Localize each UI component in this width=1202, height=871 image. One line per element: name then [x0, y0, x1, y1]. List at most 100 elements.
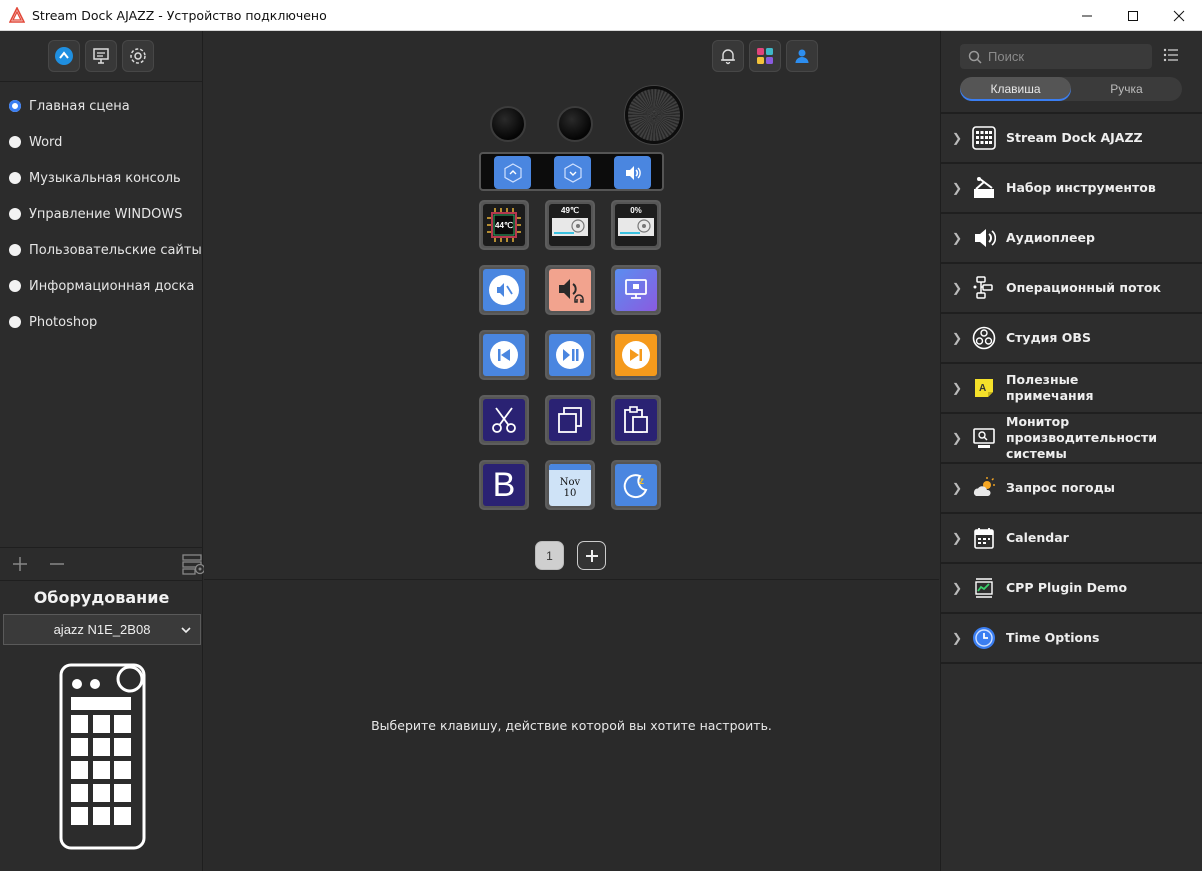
- scene-label: Музыкальная консоль: [29, 170, 181, 186]
- key-calendar[interactable]: Nov 10: [545, 460, 595, 510]
- app-store-button[interactable]: [48, 40, 80, 72]
- scene-manage-button[interactable]: [182, 553, 206, 575]
- radio-icon: [9, 208, 21, 220]
- notifications-button[interactable]: [712, 40, 744, 72]
- monitor-hdr-icon: [625, 279, 647, 299]
- chevron-up-icon: [503, 162, 522, 183]
- remove-scene-button[interactable]: [48, 555, 66, 573]
- touchbar-volume-button[interactable]: [614, 156, 651, 189]
- touchbar-up-button[interactable]: [494, 156, 531, 189]
- category-toolbox[interactable]: ❯ Набор инструментов: [941, 164, 1202, 214]
- weather-icon: [973, 477, 995, 496]
- chevron-right-icon: ❯: [952, 131, 963, 145]
- hardware-title: Оборудование: [33, 588, 170, 607]
- touchbar-down-button[interactable]: [554, 156, 591, 189]
- radio-icon: [9, 136, 21, 148]
- account-button[interactable]: [786, 40, 818, 72]
- radio-icon: [9, 172, 21, 184]
- category-calendar[interactable]: ❯ Calendar: [941, 514, 1202, 564]
- svg-text:A: A: [979, 383, 986, 394]
- category-stream-dock[interactable]: ❯ Stream Dock AJAZZ: [941, 114, 1202, 164]
- category-workflow[interactable]: ❯ Операционный поток: [941, 264, 1202, 314]
- chevron-right-icon: ❯: [952, 581, 963, 595]
- category-sticky-notes[interactable]: ❯ A Полезные примечания: [941, 364, 1202, 414]
- category-cpp-plugin-demo[interactable]: ❯ CPP Plugin Demo: [941, 564, 1202, 614]
- maximize-button[interactable]: [1110, 0, 1156, 31]
- key-gpu-load[interactable]: 0%: [611, 200, 661, 250]
- scene-item[interactable]: Музыкальная консоль: [0, 160, 202, 196]
- scene-item[interactable]: Photoshop: [0, 304, 202, 340]
- presentation-icon: [93, 48, 109, 64]
- close-icon: [1173, 10, 1185, 21]
- category-audio-player[interactable]: ❯ Аудиоплеер: [941, 214, 1202, 264]
- category-time-options[interactable]: ❯ Time Options: [941, 614, 1202, 664]
- search-input[interactable]: [988, 49, 1138, 64]
- chevron-down-icon: [563, 162, 582, 183]
- plugin-icon: [975, 578, 993, 598]
- scene-list: Главная сцена Word Музыкальная консоль У…: [0, 82, 202, 340]
- minimize-icon: [1082, 15, 1092, 16]
- mute-icon: [489, 275, 519, 305]
- category-system-monitor[interactable]: ❯ Монитор производительности системы: [941, 414, 1202, 464]
- next-track-icon: [622, 341, 650, 369]
- key-copy[interactable]: [545, 395, 595, 445]
- key-gpu-temp[interactable]: 49℃: [545, 200, 595, 250]
- key-previous-track[interactable]: [479, 330, 529, 380]
- key-next-track[interactable]: [611, 330, 661, 380]
- gpu-load-value: 0%: [630, 206, 642, 215]
- key-sleep[interactable]: z: [611, 460, 661, 510]
- add-page-button[interactable]: [577, 541, 606, 570]
- key-cpu-temp[interactable]: 44℃: [479, 200, 529, 250]
- category-weather[interactable]: ❯ Запрос погоды: [941, 464, 1202, 514]
- title-bar: Stream Dock AJAZZ - Устройство подключен…: [0, 0, 1202, 31]
- device-diagram-icon: [59, 663, 146, 850]
- tab-knob[interactable]: Ручка: [1071, 77, 1182, 101]
- key-hdr[interactable]: [611, 265, 661, 315]
- key-paste[interactable]: [611, 395, 661, 445]
- search-icon: [968, 50, 982, 64]
- workflow-icon: [973, 276, 993, 299]
- knob-small-2[interactable]: [557, 106, 593, 142]
- category-obs[interactable]: ❯ Студия OBS: [941, 314, 1202, 364]
- maximize-icon: [1128, 10, 1138, 21]
- close-button[interactable]: [1156, 0, 1202, 31]
- mode-tabs: Клавиша Ручка: [960, 77, 1182, 101]
- scene-item[interactable]: Пользовательские сайты: [0, 232, 202, 268]
- key-bold[interactable]: B: [479, 460, 529, 510]
- list-view-icon[interactable]: [1163, 48, 1179, 62]
- knob-small-1[interactable]: [490, 106, 526, 142]
- key-cut[interactable]: [479, 395, 529, 445]
- scene-item[interactable]: Управление WINDOWS: [0, 196, 202, 232]
- category-label: Монитор производительности системы: [1006, 414, 1157, 461]
- key-play-pause[interactable]: [545, 330, 595, 380]
- device-select[interactable]: ajazz N1E_2B08: [3, 614, 201, 645]
- app-store-icon: [55, 47, 73, 65]
- scene-label: Пользовательские сайты: [29, 242, 202, 258]
- tab-key[interactable]: Клавиша: [960, 77, 1071, 101]
- monitor-icon: [973, 428, 995, 448]
- radio-icon: [9, 316, 21, 328]
- knob-large[interactable]: [625, 86, 683, 144]
- plus-icon: [585, 549, 598, 562]
- bold-letter: B: [492, 465, 516, 504]
- key-audio-output[interactable]: [545, 265, 595, 315]
- presentation-button[interactable]: [85, 40, 117, 72]
- page-1-button[interactable]: 1: [535, 541, 564, 570]
- chevron-right-icon: ❯: [952, 431, 963, 445]
- category-label: Запрос погоды: [1006, 480, 1115, 495]
- add-scene-button[interactable]: [11, 555, 29, 573]
- scene-label: Управление WINDOWS: [29, 206, 183, 222]
- store-button[interactable]: [749, 40, 781, 72]
- scene-actions: [0, 547, 206, 581]
- scene-item[interactable]: Главная сцена: [0, 88, 202, 124]
- key-mute[interactable]: [479, 265, 529, 315]
- scene-item[interactable]: Информационная доска: [0, 268, 202, 304]
- previous-track-icon: [490, 341, 518, 369]
- minimize-button[interactable]: [1064, 0, 1110, 31]
- settings-button[interactable]: [122, 40, 154, 72]
- scene-item[interactable]: Word: [0, 124, 202, 160]
- category-label: Студия OBS: [1006, 330, 1091, 345]
- gpu-card-icon: [552, 218, 588, 236]
- svg-text:z: z: [639, 476, 644, 487]
- chevron-right-icon: ❯: [952, 331, 963, 345]
